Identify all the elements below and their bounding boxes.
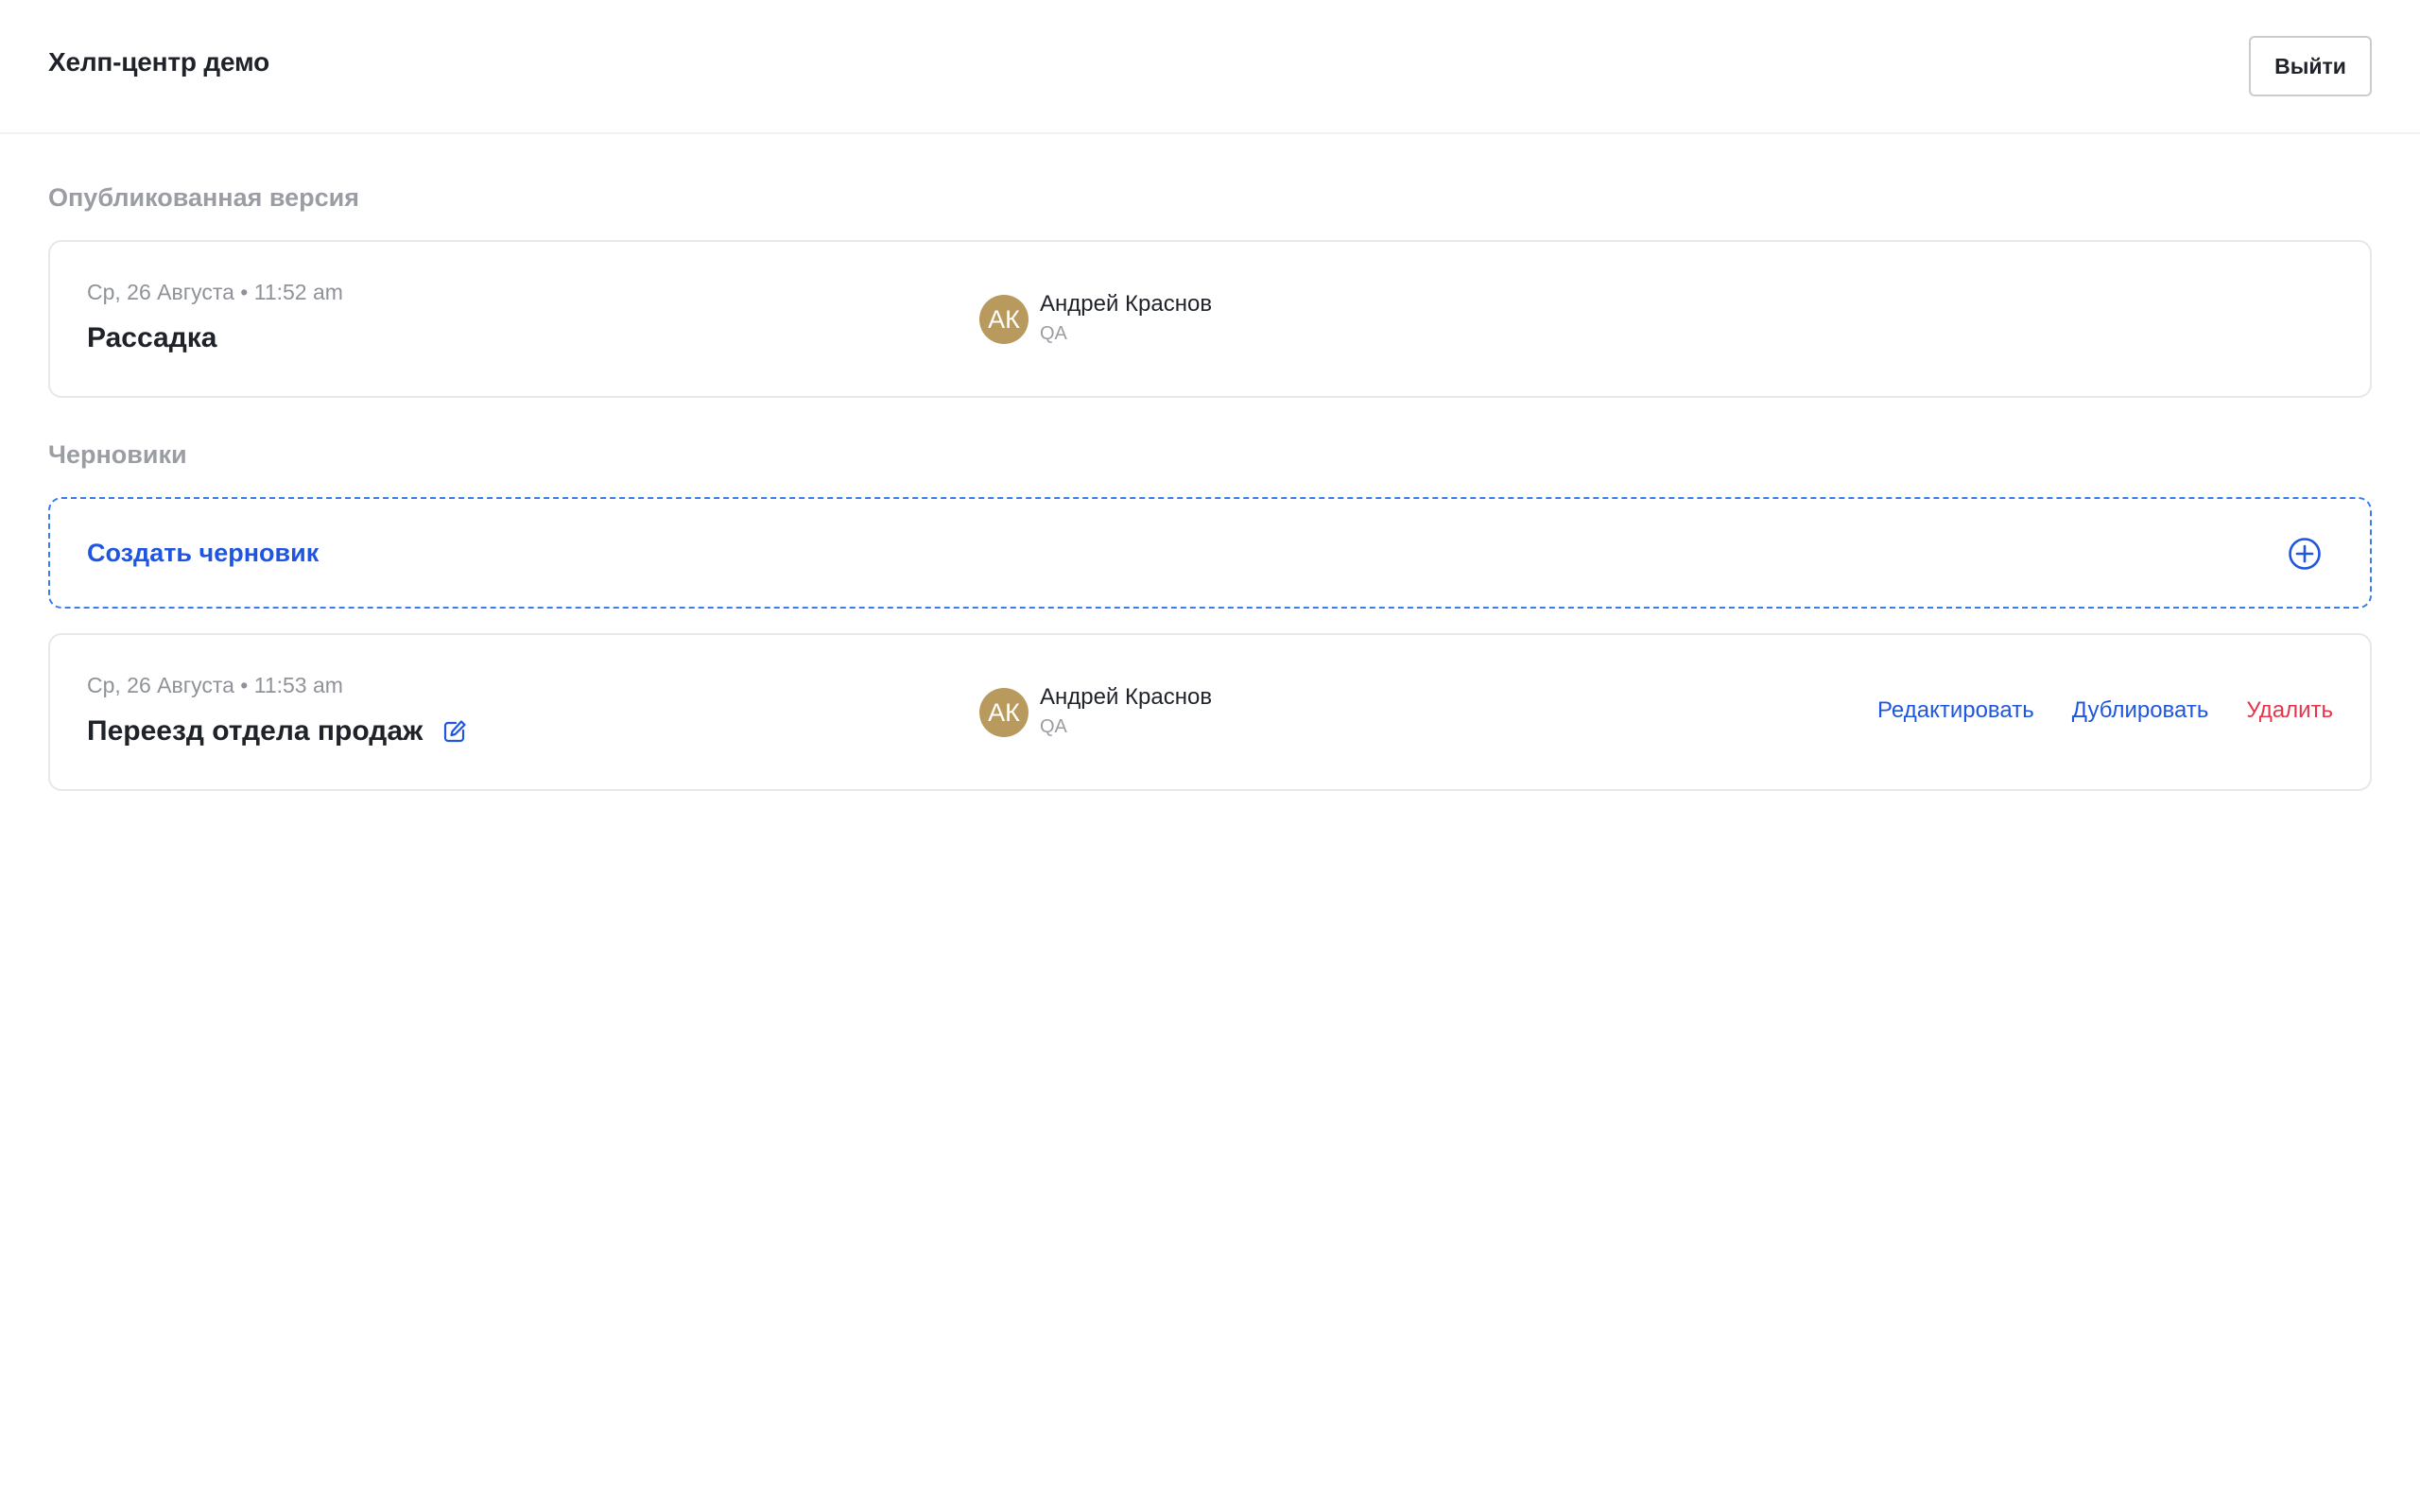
draft-date: Ср, 26 Августа • 11:53 am bbox=[87, 673, 343, 697]
published-version-card[interactable]: Ср, 26 Августа • 11:52 am Рассадка АК Ан… bbox=[48, 240, 2372, 398]
avatar: АК bbox=[979, 688, 1028, 737]
published-date: Ср, 26 Августа • 11:52 am bbox=[87, 280, 343, 304]
avatar: АК bbox=[979, 295, 1028, 344]
duplicate-draft-link[interactable]: Дублировать bbox=[2072, 697, 2209, 724]
app-title: Хелп-центр демо bbox=[48, 47, 269, 77]
create-draft-button[interactable]: Создать черновик bbox=[48, 497, 2372, 609]
published-title: Рассадка bbox=[87, 322, 216, 354]
create-draft-label: Создать черновик bbox=[87, 539, 320, 567]
published-title-text: Рассадка bbox=[87, 322, 217, 353]
drafts-section-heading: Черновики bbox=[48, 440, 187, 469]
author-name: Андрей Краснов bbox=[1040, 684, 1213, 710]
top-bar: Хелп-центр демо Выйти bbox=[0, 0, 2420, 134]
author-role: QA bbox=[1040, 323, 1067, 344]
edit-draft-link[interactable]: Редактировать bbox=[1877, 697, 2034, 724]
draft-actions: Редактировать Дублировать Удалить bbox=[1877, 697, 2333, 724]
published-section-heading: Опубликованная версия bbox=[48, 183, 359, 212]
plus-circle-icon[interactable] bbox=[2288, 537, 2322, 571]
draft-title: Переезд отдела продаж bbox=[87, 715, 468, 747]
draft-title-text: Переезд отдела продаж bbox=[87, 715, 424, 747]
draft-card[interactable]: Ср, 26 Августа • 11:53 am Переезд отдела… bbox=[48, 633, 2372, 791]
delete-draft-link[interactable]: Удалить bbox=[2246, 697, 2333, 724]
logout-button[interactable]: Выйти bbox=[2249, 36, 2372, 96]
author-name: Андрей Краснов bbox=[1040, 291, 1213, 317]
author-role: QA bbox=[1040, 716, 1067, 737]
edit-icon[interactable] bbox=[441, 718, 468, 745]
